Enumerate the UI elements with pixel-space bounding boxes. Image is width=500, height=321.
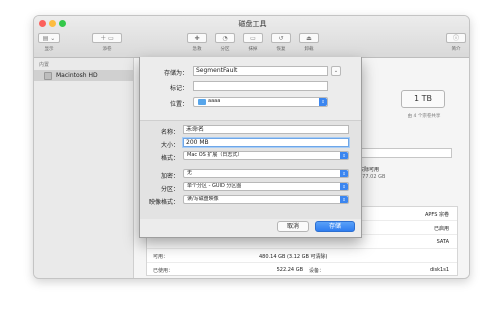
info-icon: ⓘ (452, 35, 459, 42)
eject-icon: ⏏ (306, 35, 312, 42)
sidebar-icon: ▤ ⌄ (42, 35, 56, 42)
table-row: 可用： 480.14 GB (3.12 GB 可清除) (147, 249, 457, 263)
sidebar-item-label: Macintosh HD (56, 71, 98, 79)
location-label: 位置： (169, 101, 188, 108)
info-label: 简介 (451, 47, 461, 52)
row-right-value: APFS 宗卷 (425, 212, 449, 218)
unmount-label: 卸载 (304, 47, 314, 52)
format-value: Mac OS 扩展（日志式） (187, 152, 243, 158)
sidebar-item-macintosh-hd[interactable]: Macintosh HD (34, 70, 133, 81)
new-image-save-sheet: 存储为： SegmentFault ⌄ 标记： 位置： aaaa ⇕ 名称： 未… (139, 57, 362, 238)
format-popup[interactable]: Mac OS 扩展（日志式） ⇕ (183, 151, 349, 160)
available-value: 477.02 GB (359, 174, 386, 180)
row-right-key: 设备： (309, 268, 325, 274)
tags-label: 标记： (169, 85, 188, 92)
image-format-popup[interactable]: 读/写磁盘映像 ⇕ (183, 195, 349, 204)
restore-icon: ↺ (278, 35, 284, 42)
table-row: 已使用： 522.24 GB 设备： disk1s1 (147, 263, 457, 277)
row-left-key: 已使用： (153, 268, 174, 274)
partition-value: 单个分区 - GUID 分区图 (187, 183, 242, 189)
size-field[interactable]: 200 MB (183, 138, 349, 147)
row-right-value: disk1s1 (429, 267, 449, 273)
first-aid-label: 急救 (192, 47, 202, 52)
encryption-value: 无 (187, 170, 193, 176)
row-right-value: 已启用 (433, 226, 449, 232)
info-button[interactable]: ⓘ (446, 33, 466, 43)
sidebar: 内置 Macintosh HD (34, 58, 134, 278)
location-popup[interactable]: aaaa ⇕ (193, 97, 328, 107)
image-format-value: 读/写磁盘映像 (187, 196, 219, 202)
image-options-panel: 名称： 未命名 大小： 200 MB 格式： Mac OS 扩展（日志式） ⇕ … (140, 120, 361, 219)
folder-icon (198, 99, 206, 105)
row-left-value: 522.24 GB (276, 267, 303, 273)
expand-dialog-button[interactable]: ⌄ (331, 66, 341, 76)
capacity-box: 1 TB (401, 90, 445, 108)
stethoscope-icon: ✚ (194, 35, 200, 42)
add-volume-button[interactable]: ＋ ▭ (92, 33, 122, 43)
partition-label: 分区： (160, 186, 179, 193)
row-left-value: 480.14 GB (3.12 GB 可清除) (259, 254, 328, 260)
sidebar-section-internal: 内置 (39, 62, 50, 68)
format-label: 格式： (160, 155, 179, 162)
erase-label: 抹掉 (248, 47, 258, 52)
name-label: 名称： (160, 129, 179, 136)
cancel-button[interactable]: 取消 (277, 221, 309, 232)
unmount-button[interactable]: ⏏ (299, 33, 319, 43)
partition-button[interactable]: ◔ (215, 33, 235, 43)
popup-arrows-icon: ⇕ (340, 170, 348, 177)
hard-drive-icon (44, 71, 52, 80)
add-volume-icon: ＋ ▭ (100, 35, 114, 42)
popup-arrows-icon: ⇕ (319, 98, 327, 106)
restore-label: 恢复 (276, 47, 286, 52)
save-as-field[interactable]: SegmentFault (193, 66, 328, 76)
popup-arrows-icon: ⇕ (340, 152, 348, 159)
partition-label: 分区 (220, 47, 230, 52)
available-label: 实际可用 (359, 167, 380, 173)
encryption-popup[interactable]: 无 ⇕ (183, 169, 349, 178)
partition-popup[interactable]: 单个分区 - GUID 分区图 ⇕ (183, 182, 349, 191)
encryption-label: 加密： (160, 173, 179, 180)
toolbar: 磁盘工具 ▤ ⌄ 显示 ＋ ▭ 添卷 ✚ 急救 ◔ 分区 ▭ 抹掉 ↺ 恢复 ⏏… (34, 16, 469, 58)
tags-field[interactable] (193, 81, 328, 91)
pie-icon: ◔ (222, 35, 228, 42)
show-label: 显示 (44, 47, 54, 52)
size-label: 大小： (160, 142, 179, 149)
erase-button[interactable]: ▭ (243, 33, 263, 43)
add-volume-label: 添卷 (102, 47, 112, 52)
restore-button[interactable]: ↺ (271, 33, 291, 43)
popup-arrows-icon: ⇕ (340, 196, 348, 203)
name-field[interactable]: 未命名 (183, 125, 349, 134)
image-format-label: 映像格式： (148, 199, 179, 206)
window-title: 磁盘工具 (238, 20, 267, 28)
chevron-down-icon: ⌄ (333, 68, 339, 74)
first-aid-button[interactable]: ✚ (187, 33, 207, 43)
usage-bar (354, 148, 452, 158)
location-value: aaaa (208, 98, 221, 104)
row-right-value: SATA (436, 239, 449, 245)
popup-arrows-icon: ⇕ (340, 183, 348, 190)
erase-icon: ▭ (250, 35, 256, 42)
show-sidebar-button[interactable]: ▤ ⌄ (38, 33, 60, 43)
save-button[interactable]: 存储 (315, 221, 355, 232)
capacity-note: 由 4 个宗卷共享 (407, 114, 441, 119)
save-as-label: 存储为： (163, 70, 188, 77)
row-left-key: 可用： (153, 254, 169, 260)
